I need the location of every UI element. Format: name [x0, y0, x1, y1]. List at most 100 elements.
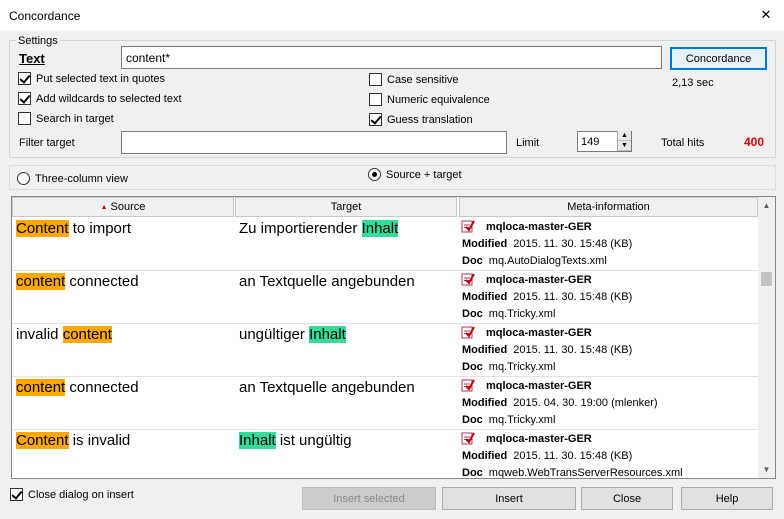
spin-down-icon[interactable]: ▼ [618, 141, 631, 151]
add-wildcards-box[interactable] [18, 92, 31, 105]
source-header-label: Source [110, 201, 146, 213]
tm-document-icon [461, 379, 475, 392]
settings-group-label: Settings [16, 35, 60, 47]
doc-value: mqweb.WebTransServerResources.xml [488, 467, 683, 479]
insert-button[interactable]: Insert [442, 487, 576, 510]
source-cell[interactable]: invalid content [16, 324, 112, 346]
segment-text: connected [65, 273, 139, 290]
tm-name: mqloca-master-GER [486, 327, 592, 339]
results-grid[interactable]: ▲ Source Target Meta-information Content… [11, 196, 776, 479]
limit-spinner[interactable]: ▲ ▼ [617, 131, 631, 151]
modified-label: Modified [462, 291, 508, 303]
match-highlight: Inhalt [239, 432, 276, 449]
scroll-down-icon[interactable]: ▼ [758, 461, 775, 478]
modified-label: Modified [462, 450, 508, 462]
source-target-radio-button[interactable] [368, 168, 381, 181]
case-sensitive-label: Case sensitive [387, 73, 459, 86]
guess-translation-box[interactable] [369, 113, 382, 126]
meta-cell[interactable]: mqloca-master-GER Modified 2015. 04. 30. 1… [460, 377, 758, 430]
close-on-insert-checkbox[interactable]: Close dialog on insert [10, 488, 134, 501]
tm-document-icon [461, 432, 475, 445]
search-input-box[interactable] [121, 46, 662, 69]
numeric-equivalence-box[interactable] [369, 93, 382, 106]
meta-cell[interactable]: mqloca-master-GER Modified 2015. 11. 30. 1… [460, 430, 758, 479]
target-cell[interactable]: Zu importierender Inhalt [239, 218, 399, 240]
case-sensitive-checkbox[interactable]: Case sensitive [369, 73, 459, 86]
segment-text: ungültiger [239, 326, 310, 343]
title-bar: Concordance ✕ [0, 0, 784, 31]
total-hits-value: 400 [744, 135, 765, 149]
tm-document-icon [461, 326, 475, 339]
search-target-box[interactable] [18, 112, 31, 125]
three-column-radio[interactable]: Three-column view [17, 172, 128, 185]
case-sensitive-box[interactable] [369, 73, 382, 86]
search-input[interactable] [122, 47, 661, 68]
doc-value: mq.Tricky.xml [488, 414, 556, 426]
match-highlight: Inhalt [361, 220, 399, 237]
put-quotes-checkbox[interactable]: Put selected text in quotes [18, 72, 165, 85]
guess-translation-checkbox[interactable]: Guess translation [369, 113, 473, 126]
window-title: Concordance [9, 8, 81, 23]
search-target-checkbox[interactable]: Search in target [18, 112, 114, 125]
doc-value: mq.AutoDialogTexts.xml [488, 255, 607, 267]
table-row[interactable]: content connected an Textquelle angebunde… [12, 271, 758, 324]
match-highlight: content [62, 326, 112, 343]
source-cell[interactable]: content connected [16, 377, 139, 399]
scroll-thumb[interactable] [761, 272, 772, 286]
spin-up-icon[interactable]: ▲ [618, 131, 631, 141]
meta-cell[interactable]: mqloca-master-GER Modified 2015. 11. 30. 1… [460, 324, 758, 377]
match-highlight: Content [16, 432, 69, 449]
filter-target-input[interactable] [122, 132, 506, 153]
source-target-label: Source + target [386, 168, 462, 181]
match-highlight: content [16, 379, 66, 396]
modified-value: 2015. 11. 30. 15:48 (KB) [513, 450, 633, 462]
segment-text: to import [68, 220, 132, 237]
tm-document-icon [461, 220, 475, 233]
tm-document-icon [461, 273, 475, 286]
meta-column-header[interactable]: Meta-information [459, 197, 758, 217]
source-column-header[interactable]: ▲ Source [12, 197, 234, 217]
numeric-equivalence-checkbox[interactable]: Numeric equivalence [369, 93, 490, 106]
close-on-insert-box[interactable] [10, 488, 23, 501]
three-column-label: Three-column view [35, 172, 128, 185]
target-cell[interactable]: an Textquelle angebunden [239, 271, 415, 293]
segment-text: ist ungültig [275, 432, 352, 449]
source-cell[interactable]: Content is invalid [16, 430, 130, 452]
filter-target-box[interactable] [121, 131, 507, 154]
add-wildcards-checkbox[interactable]: Add wildcards to selected text [18, 92, 182, 105]
vertical-scrollbar[interactable]: ▲ ▼ [758, 197, 775, 478]
text-label: Text [19, 51, 45, 66]
target-cell[interactable]: Inhalt ist ungültig [239, 430, 352, 452]
target-cell[interactable]: an Textquelle angebunden [239, 377, 415, 399]
three-column-radio-button[interactable] [17, 172, 30, 185]
modified-value: 2015. 11. 30. 15:48 (KB) [513, 238, 633, 250]
table-row[interactable]: invalid content ungültiger Inhalt mqloca-m… [12, 324, 758, 377]
scroll-up-icon[interactable]: ▲ [758, 197, 775, 214]
doc-label: Doc [462, 414, 483, 426]
tm-name: mqloca-master-GER [486, 221, 592, 233]
numeric-equivalence-label: Numeric equivalence [387, 93, 490, 106]
close-icon[interactable]: ✕ [754, 4, 778, 26]
table-row[interactable]: Content to import Zu importierender Inhal… [12, 218, 758, 271]
target-column-header[interactable]: Target [235, 197, 457, 217]
concordance-button[interactable]: Concordance [670, 47, 767, 70]
table-row[interactable]: Content is invalid Inhalt ist ungültig mql… [12, 430, 758, 479]
modified-label: Modified [462, 397, 508, 409]
table-row[interactable]: content connected an Textquelle angebunde… [12, 377, 758, 430]
modified-value: 2015. 11. 30. 15:48 (KB) [513, 291, 633, 303]
search-target-label: Search in target [36, 112, 114, 125]
modified-value: 2015. 11. 30. 15:48 (KB) [513, 344, 633, 356]
help-button[interactable]: Help [681, 487, 773, 510]
source-target-radio[interactable]: Source + target [368, 168, 462, 181]
insert-selected-button[interactable]: Insert selected [302, 487, 436, 510]
target-cell[interactable]: ungültiger Inhalt [239, 324, 346, 346]
doc-label: Doc [462, 255, 483, 267]
source-cell[interactable]: Content to import [16, 218, 131, 240]
put-quotes-box[interactable] [18, 72, 31, 85]
meta-cell[interactable]: mqloca-master-GER Modified 2015. 11. 30. 1… [460, 271, 758, 324]
close-button[interactable]: Close [581, 487, 673, 510]
tm-name: mqloca-master-GER [486, 274, 592, 286]
meta-cell[interactable]: mqloca-master-GER Modified 2015. 11. 30. 1… [460, 218, 758, 271]
source-cell[interactable]: content connected [16, 271, 139, 293]
doc-value: mq.Tricky.xml [488, 361, 556, 373]
